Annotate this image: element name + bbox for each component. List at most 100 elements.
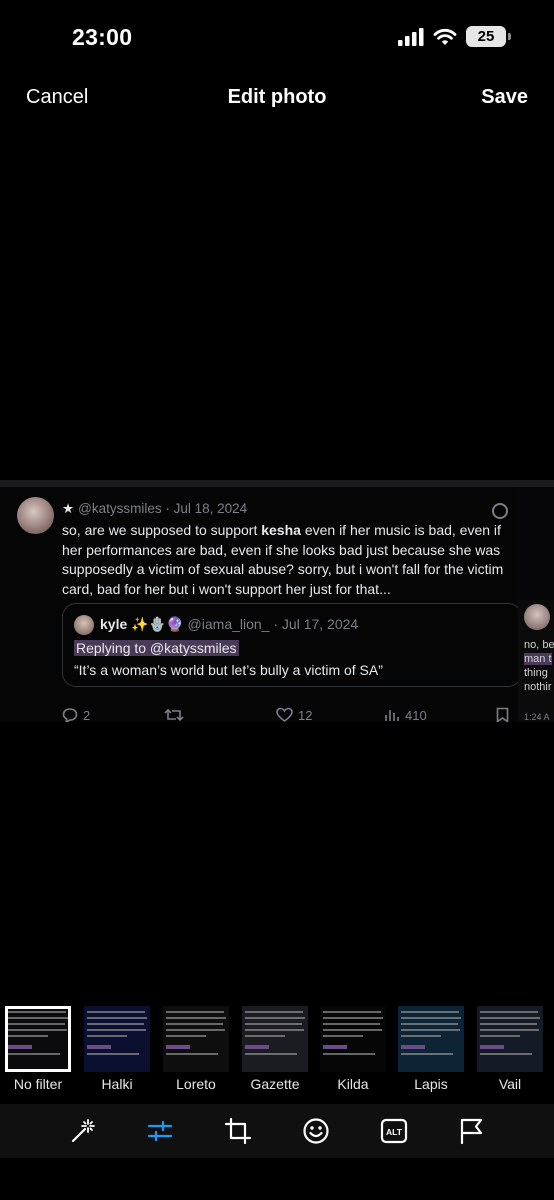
page-title: Edit photo <box>227 86 327 108</box>
thumbnail-text-line <box>166 1023 223 1025</box>
quote-header: kyle ✨🪬🔮 @iama_lion_ · Jul 17, 2024 <box>100 616 359 632</box>
tweet-actions: 2 12 410 <box>62 707 512 722</box>
bookmark-icon <box>496 707 509 722</box>
filter-label: Vail <box>498 1076 522 1092</box>
magic-wand-button[interactable] <box>68 1116 98 1146</box>
filter-vail[interactable]: Vail <box>477 1006 543 1092</box>
avatar <box>17 497 54 534</box>
tweet-body: so, are we supposed to support kesha eve… <box>62 521 512 599</box>
thumbnail-text-line <box>323 1029 382 1031</box>
screenshot-tweet: ★ @katyssmiles · Jul 18, 2024 so, are we … <box>0 487 522 722</box>
reply-count: 2 <box>83 707 91 723</box>
like-count: 12 <box>298 707 313 723</box>
filter-strip: No filter Halki Loreto Gazette Kilda Lap… <box>0 998 554 1102</box>
thumbnail-text-line <box>480 1029 539 1031</box>
tweet-handle: @katyssmiles <box>78 501 162 516</box>
photo-top-strip <box>0 480 554 487</box>
tweet-header: ★ @katyssmiles · Jul 18, 2024 <box>62 501 248 516</box>
thumbnail-text-line <box>323 1011 381 1013</box>
thumbnail-text-line <box>401 1053 453 1055</box>
reply-icon <box>62 708 78 722</box>
thumbnail-text-line <box>166 1035 206 1037</box>
thumbnail-highlight <box>245 1045 269 1049</box>
thumbnail-text-line <box>245 1035 285 1037</box>
edit-toolbar: ALT <box>0 1104 554 1158</box>
thumbnail-text-line <box>480 1011 538 1013</box>
quote-avatar <box>74 615 94 635</box>
filter-thumbnail[interactable] <box>242 1006 308 1072</box>
thumbnail-text-line <box>323 1017 383 1019</box>
alt-text-label: ALT <box>386 1127 403 1137</box>
thumbnail-text-line <box>323 1035 363 1037</box>
thumbnail-text-line <box>323 1053 375 1055</box>
flag-button[interactable] <box>456 1116 486 1146</box>
thumbnail-text-line <box>8 1029 67 1031</box>
filter-label: Kilda <box>337 1076 369 1092</box>
thumbnail-highlight <box>480 1045 504 1049</box>
filter-thumbnail[interactable] <box>84 1006 150 1072</box>
thumbnail-text-line <box>245 1017 305 1019</box>
crop-icon <box>224 1117 252 1145</box>
thumbnail-text-line <box>401 1035 441 1037</box>
save-button[interactable]: Save <box>481 86 528 109</box>
sticker-smiley-icon <box>303 1118 329 1144</box>
thumbnail-text-line <box>8 1011 66 1013</box>
filter-thumbnail[interactable] <box>320 1006 386 1072</box>
thumbnail-text-line <box>8 1017 68 1019</box>
thumbnail-text-line <box>480 1023 537 1025</box>
adjust-button[interactable] <box>145 1116 175 1146</box>
status-bar: 23:00 25 <box>0 0 554 76</box>
filter-label: Halki <box>101 1076 133 1092</box>
filter-lapis[interactable]: Lapis <box>398 1006 464 1092</box>
filter-loreto[interactable]: Loreto <box>163 1006 229 1092</box>
thumbnail-text-line <box>87 1029 146 1031</box>
quote-date: Jul 17, 2024 <box>281 616 359 632</box>
magic-wand-icon <box>71 1119 95 1143</box>
crop-button[interactable] <box>223 1116 253 1146</box>
adjacent-line: no, be <box>524 639 554 651</box>
tweet-date: Jul 18, 2024 <box>173 501 248 516</box>
filter-thumbnail[interactable] <box>163 1006 229 1072</box>
filter-kilda[interactable]: Kilda <box>320 1006 386 1092</box>
filter-label: No filter <box>13 1076 63 1092</box>
thumbnail-text-line <box>87 1053 139 1055</box>
filter-thumbnail[interactable] <box>477 1006 543 1072</box>
views-count: 410 <box>405 707 427 723</box>
filter-thumbnail[interactable] <box>398 1006 464 1072</box>
adjacent-tweet-text: no, be man t thing nothir <box>524 638 554 694</box>
filter-gazette[interactable]: Gazette <box>242 1006 308 1092</box>
filter-label: Gazette <box>250 1076 300 1092</box>
thumbnail-text-line <box>166 1029 225 1031</box>
retweet-action <box>164 707 184 722</box>
thumbnail-text-line <box>245 1053 297 1055</box>
quote-handle: @iama_lion_ <box>187 616 270 632</box>
alt-text-button[interactable]: ALT <box>379 1116 409 1146</box>
thumbnail-text-line <box>401 1017 461 1019</box>
tweet-body-text: so, are we supposed to support <box>62 522 262 538</box>
filter-no-filter[interactable]: No filter <box>5 1006 71 1092</box>
sticker-button[interactable] <box>301 1116 331 1146</box>
thumbnail-highlight <box>8 1045 32 1049</box>
filter-thumbnail[interactable] <box>5 1006 71 1072</box>
thumbnail-text-line <box>401 1023 458 1025</box>
filter-halki[interactable]: Halki <box>84 1006 150 1092</box>
quote-replying-to: Replying to @katyssmiles <box>74 640 239 656</box>
status-time: 23:00 <box>72 24 133 50</box>
thumbnail-text-line <box>8 1035 48 1037</box>
avatar <box>524 604 550 630</box>
thumbnail-text-line <box>8 1023 65 1025</box>
thumbnail-highlight <box>401 1045 425 1049</box>
thumbnail-text-line <box>166 1011 224 1013</box>
thumbnail-text-line <box>323 1023 380 1025</box>
like-action: 12 <box>276 707 312 722</box>
quote-text: “It’s a woman’s world but let’s bully a … <box>74 662 383 678</box>
star-icon: ★ <box>62 501 75 516</box>
thumbnail-text-line <box>480 1035 520 1037</box>
battery-icon: 25 <box>466 26 511 47</box>
photo-preview: ★ @katyssmiles · Jul 18, 2024 so, are we … <box>0 480 554 722</box>
grok-icon <box>492 503 508 519</box>
thumbnail-text-line <box>245 1023 302 1025</box>
tweet-body-bold: kesha <box>261 522 301 538</box>
adjust-sliders-icon <box>147 1120 173 1142</box>
thumbnail-text-line <box>480 1017 540 1019</box>
